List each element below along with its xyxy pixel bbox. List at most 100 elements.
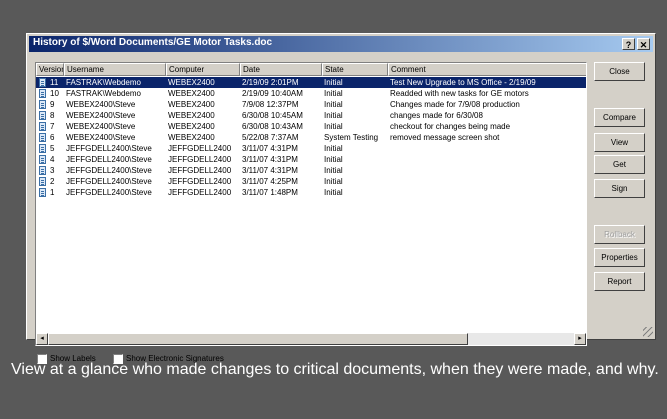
document-icon: [39, 100, 46, 109]
cell-date: 2/19/09 2:01PM: [242, 78, 299, 87]
cell-date: 2/19/09 10:40AM: [242, 89, 303, 98]
cell-date: 6/30/08 10:43AM: [242, 122, 303, 131]
cell-comment: [388, 187, 586, 198]
cell-state: Initial: [324, 144, 343, 153]
table-row[interactable]: 10 FASTRAK\Webdemo WEBEX2400 2/19/09 10:40A…: [36, 88, 586, 99]
cell-state: Initial: [324, 78, 343, 87]
cell-computer: WEBEX2400: [168, 133, 215, 142]
cell-username: WEBEX2400\Steve: [66, 122, 136, 131]
history-list[interactable]: Version Username Computer Date State Com…: [35, 62, 587, 346]
table-row[interactable]: 4 JEFFGDELL2400\Steve JEFFGDELL2400 3/11/07…: [36, 154, 586, 165]
column-header-version[interactable]: Version: [36, 63, 64, 76]
table-row[interactable]: 3 JEFFGDELL2400\Steve JEFFGDELL2400 3/11/07…: [36, 165, 586, 176]
cell-version: 3: [50, 166, 55, 175]
cell-state: System Testing: [324, 133, 379, 142]
horizontal-scrollbar[interactable]: ◂ ▸: [36, 333, 586, 345]
cell-date: 3/11/07 4:31PM: [242, 144, 298, 153]
cell-version: 6: [50, 133, 55, 142]
close-button[interactable]: Close: [594, 62, 645, 81]
cell-version: 11: [50, 78, 59, 87]
cell-computer: WEBEX2400: [168, 122, 215, 131]
cell-computer: JEFFGDELL2400: [168, 177, 232, 186]
compare-button[interactable]: Compare: [594, 108, 645, 127]
cell-version: 8: [50, 111, 55, 120]
document-icon: [39, 122, 46, 131]
cell-date: 7/9/08 12:37PM: [242, 100, 299, 109]
cell-state: Initial: [324, 100, 343, 109]
cell-version: 7: [50, 122, 55, 131]
document-icon: [39, 133, 46, 142]
properties-button[interactable]: Properties: [594, 248, 645, 267]
document-icon: [39, 111, 46, 120]
table-row[interactable]: 7 WEBEX2400\Steve WEBEX2400 6/30/08 10:43AM…: [36, 121, 586, 132]
cell-computer: WEBEX2400: [168, 78, 215, 87]
title-bar[interactable]: History of $/Word Documents/GE Motor Tas…: [29, 36, 653, 52]
get-button[interactable]: Get: [594, 155, 645, 174]
cell-state: Initial: [324, 122, 343, 131]
cell-username: JEFFGDELL2400\Steve: [66, 188, 152, 197]
cell-username: WEBEX2400\Steve: [66, 133, 136, 142]
scroll-right-arrow-icon[interactable]: ▸: [574, 333, 586, 345]
document-icon: [39, 89, 46, 98]
table-row[interactable]: 2 JEFFGDELL2400\Steve JEFFGDELL2400 3/11/07…: [36, 176, 586, 187]
cell-state: Initial: [324, 177, 343, 186]
cell-computer: JEFFGDELL2400: [168, 144, 232, 153]
table-row[interactable]: 9 WEBEX2400\Steve WEBEX2400 7/9/08 12:37PM I…: [36, 99, 586, 110]
cell-comment: removed message screen shot: [390, 133, 500, 142]
view-button[interactable]: View: [594, 133, 645, 152]
table-row[interactable]: 11 FASTRAK\Webdemo WEBEX2400 2/19/09 2:01PM…: [36, 77, 586, 88]
resize-grip-icon[interactable]: [643, 327, 653, 337]
cell-date: 3/11/07 1:48PM: [242, 188, 298, 197]
cell-state: Initial: [324, 155, 343, 164]
cell-state: Initial: [324, 111, 343, 120]
cell-username: JEFFGDELL2400\Steve: [66, 144, 152, 153]
cell-username: JEFFGDELL2400\Steve: [66, 177, 152, 186]
report-button[interactable]: Report: [594, 272, 645, 291]
cell-comment: [388, 154, 586, 165]
cell-comment: checkout for changes being made: [390, 122, 511, 131]
table-row[interactable]: 5 JEFFGDELL2400\Steve JEFFGDELL2400 3/11/07…: [36, 143, 586, 154]
history-dialog: History of $/Word Documents/GE Motor Tas…: [26, 33, 656, 364]
cell-date: 3/11/07 4:31PM: [242, 155, 298, 164]
column-header-comment[interactable]: Comment: [388, 63, 586, 76]
table-row[interactable]: 8 WEBEX2400\Steve WEBEX2400 6/30/08 10:45AM…: [36, 110, 586, 121]
help-button[interactable]: ?: [622, 38, 635, 50]
cell-comment: [388, 176, 586, 187]
scroll-thumb[interactable]: [48, 333, 468, 345]
cell-comment: [388, 143, 586, 154]
cell-version: 10: [50, 89, 59, 98]
cell-username: FASTRAK\Webdemo: [66, 78, 141, 87]
cell-comment: [388, 165, 586, 176]
cell-computer: JEFFGDELL2400: [168, 188, 232, 197]
cell-date: 3/11/07 4:31PM: [242, 166, 298, 175]
cell-computer: JEFFGDELL2400: [168, 155, 232, 164]
close-window-button[interactable]: ✕: [637, 38, 650, 50]
scroll-left-arrow-icon[interactable]: ◂: [36, 333, 48, 345]
cell-comment: Test New Upgrade to MS Office - 2/19/09: [390, 78, 536, 87]
cell-version: 2: [50, 177, 55, 186]
cell-version: 5: [50, 144, 55, 153]
cell-computer: WEBEX2400: [168, 100, 215, 109]
cell-date: 3/11/07 4:25PM: [242, 177, 298, 186]
cell-date: 6/30/08 10:45AM: [242, 111, 303, 120]
document-icon: [39, 177, 46, 186]
column-header-date[interactable]: Date: [240, 63, 322, 76]
cell-username: JEFFGDELL2400\Steve: [66, 166, 152, 175]
cell-comment: Readded with new tasks for GE motors: [390, 89, 529, 98]
cell-username: WEBEX2400\Steve: [66, 111, 136, 120]
column-header-username[interactable]: Username: [64, 63, 166, 76]
cell-comment: Changes made for 7/9/08 production: [390, 100, 520, 109]
column-header-state[interactable]: State: [322, 63, 388, 76]
sign-button[interactable]: Sign: [594, 179, 645, 198]
cell-username: FASTRAK\Webdemo: [66, 89, 141, 98]
document-icon: [39, 166, 46, 175]
window-title: History of $/Word Documents/GE Motor Tas…: [33, 37, 273, 48]
rollback-button[interactable]: Rollback: [594, 225, 645, 244]
table-row[interactable]: 1 JEFFGDELL2400\Steve JEFFGDELL2400 3/11/07…: [36, 187, 586, 198]
column-header-computer[interactable]: Computer: [166, 63, 240, 76]
table-row[interactable]: 6 WEBEX2400\Steve WEBEX2400 5/22/08 7:37AM S…: [36, 132, 586, 143]
document-icon: [39, 188, 46, 197]
cell-date: 5/22/08 7:37AM: [242, 133, 299, 142]
cell-comment: changes made for 6/30/08: [390, 111, 483, 120]
column-header-row: Version Username Computer Date State Com…: [36, 63, 586, 76]
